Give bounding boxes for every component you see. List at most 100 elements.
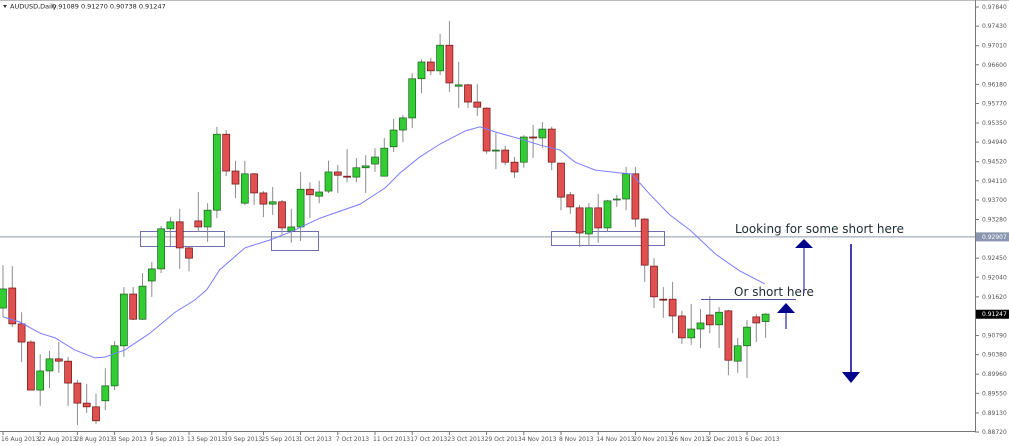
bullish-candle <box>324 160 333 193</box>
candle-body <box>361 165 370 169</box>
bearish-candle <box>194 192 203 233</box>
x-tick-label: 16 Aug 2013 <box>1 436 40 443</box>
bearish-candle <box>594 193 603 243</box>
candle-body <box>436 44 444 72</box>
candle-body <box>668 298 677 317</box>
x-tick-label: 19 Sep 2013 <box>224 436 262 443</box>
candle-body <box>36 370 45 391</box>
candle-body <box>687 328 696 339</box>
price-axis: 0.97840 0.97430 0.97010 0.96600 0.96180 0.957… <box>975 4 1007 436</box>
bearish-candle <box>724 309 733 376</box>
bearish-candle <box>73 379 82 426</box>
bearish-candle <box>333 164 342 193</box>
candle-body <box>138 285 147 320</box>
candle-body <box>333 171 342 176</box>
bearish-candle <box>678 310 686 344</box>
bearish-candle <box>185 246 193 272</box>
looking-for-short-text[interactable]: Looking for some short here <box>735 222 904 236</box>
candle-body <box>426 61 435 72</box>
y-tick-label: 0.89550 <box>982 390 1007 397</box>
y-tick-label: 0.94940 <box>982 139 1007 146</box>
bullish-candle <box>287 208 296 243</box>
candle-body <box>408 78 417 119</box>
bearish-candle <box>426 57 435 76</box>
candle-body <box>399 117 407 131</box>
candle-body <box>0 288 7 309</box>
bearish-candle <box>64 356 72 406</box>
bullish-candle <box>371 148 379 172</box>
candle-body <box>101 385 110 402</box>
bearish-candle <box>668 281 677 334</box>
x-tick-label: 25 Sep 2013 <box>261 436 299 443</box>
candle-body <box>622 173 630 200</box>
current-price-label: 0.91247 <box>976 309 1009 319</box>
y-tick-label: 0.95770 <box>982 100 1007 107</box>
candle-body <box>110 345 119 387</box>
bullish-candle <box>612 194 621 207</box>
small-up-arrow-icon[interactable] <box>777 303 795 329</box>
bullish-candle <box>603 199 612 233</box>
candle-body <box>594 207 603 229</box>
candle-body <box>752 316 761 324</box>
y-tick-label: 0.90380 <box>982 352 1007 359</box>
y-tick-label: 0.94520 <box>982 159 1007 166</box>
bearish-candle <box>92 393 100 425</box>
candle-body <box>371 156 379 165</box>
candle-body <box>27 341 35 391</box>
bullish-candle <box>268 186 277 215</box>
current-price-text: 0.91247 <box>982 311 1007 318</box>
candle-body <box>761 313 770 322</box>
bullish-candle <box>492 132 500 170</box>
y-tick-label: 0.94110 <box>982 178 1007 185</box>
bullish-candle <box>138 273 147 321</box>
bullish-candle <box>436 34 444 76</box>
candle-body <box>389 129 398 148</box>
y-tick-label: 0.90790 <box>982 333 1007 340</box>
candle-body <box>120 293 128 347</box>
candle-body <box>175 221 184 249</box>
bearish-candle <box>650 258 658 309</box>
chart-frame <box>0 0 1009 432</box>
chart-title-ohlc: 0.91089 0.91270 0.90738 0.91247 <box>52 3 166 11</box>
bullish-candle <box>361 155 370 193</box>
candle-body <box>733 345 742 362</box>
bearish-candle <box>259 191 268 218</box>
bearish-candle <box>482 107 491 154</box>
y-tick-label: 0.96600 <box>982 62 1007 69</box>
or-short-here-text[interactable]: Or short here <box>734 285 814 299</box>
bearish-candle <box>231 160 240 199</box>
candle-body <box>306 188 314 196</box>
dropdown-triangle-icon[interactable] <box>3 5 7 8</box>
bullish-candle <box>203 203 212 242</box>
candle-body <box>147 268 156 282</box>
candle-body <box>129 293 138 320</box>
bullish-candle <box>352 157 361 183</box>
bearish-candle <box>557 162 565 211</box>
bearish-candle <box>278 199 286 235</box>
hline-price-label: 0.92907 <box>976 232 1009 242</box>
candle-body <box>324 171 333 192</box>
bearish-candle <box>445 20 454 92</box>
x-tick-label: 2 Dec 2013 <box>708 436 743 443</box>
candle-body <box>724 310 733 361</box>
candle-body <box>45 358 54 372</box>
down-arrow-icon[interactable] <box>842 244 860 383</box>
y-tick-label: 0.93700 <box>982 197 1007 204</box>
x-tick-label: 4 Nov 2013 <box>522 436 557 443</box>
candle-body <box>296 188 305 228</box>
zone-box[interactable] <box>271 231 319 251</box>
candle-body <box>54 358 63 362</box>
chart-title: AUDUSD,Daily 0.91089 0.91270 0.90738 0.9… <box>3 3 166 11</box>
y-tick-label: 0.93280 <box>982 217 1007 224</box>
y-tick-label: 0.97840 <box>982 4 1007 11</box>
candle-body <box>696 322 705 330</box>
candle-body <box>222 133 231 172</box>
candle-body <box>603 200 612 229</box>
candles <box>0 20 770 426</box>
candle-body <box>492 149 500 152</box>
chart-title-symbol: AUDUSD,Daily <box>10 3 57 11</box>
bearish-candle <box>566 192 575 214</box>
x-tick-label: 7 Oct 2013 <box>336 436 369 443</box>
candle-body <box>166 221 175 230</box>
candle-body <box>240 173 249 204</box>
